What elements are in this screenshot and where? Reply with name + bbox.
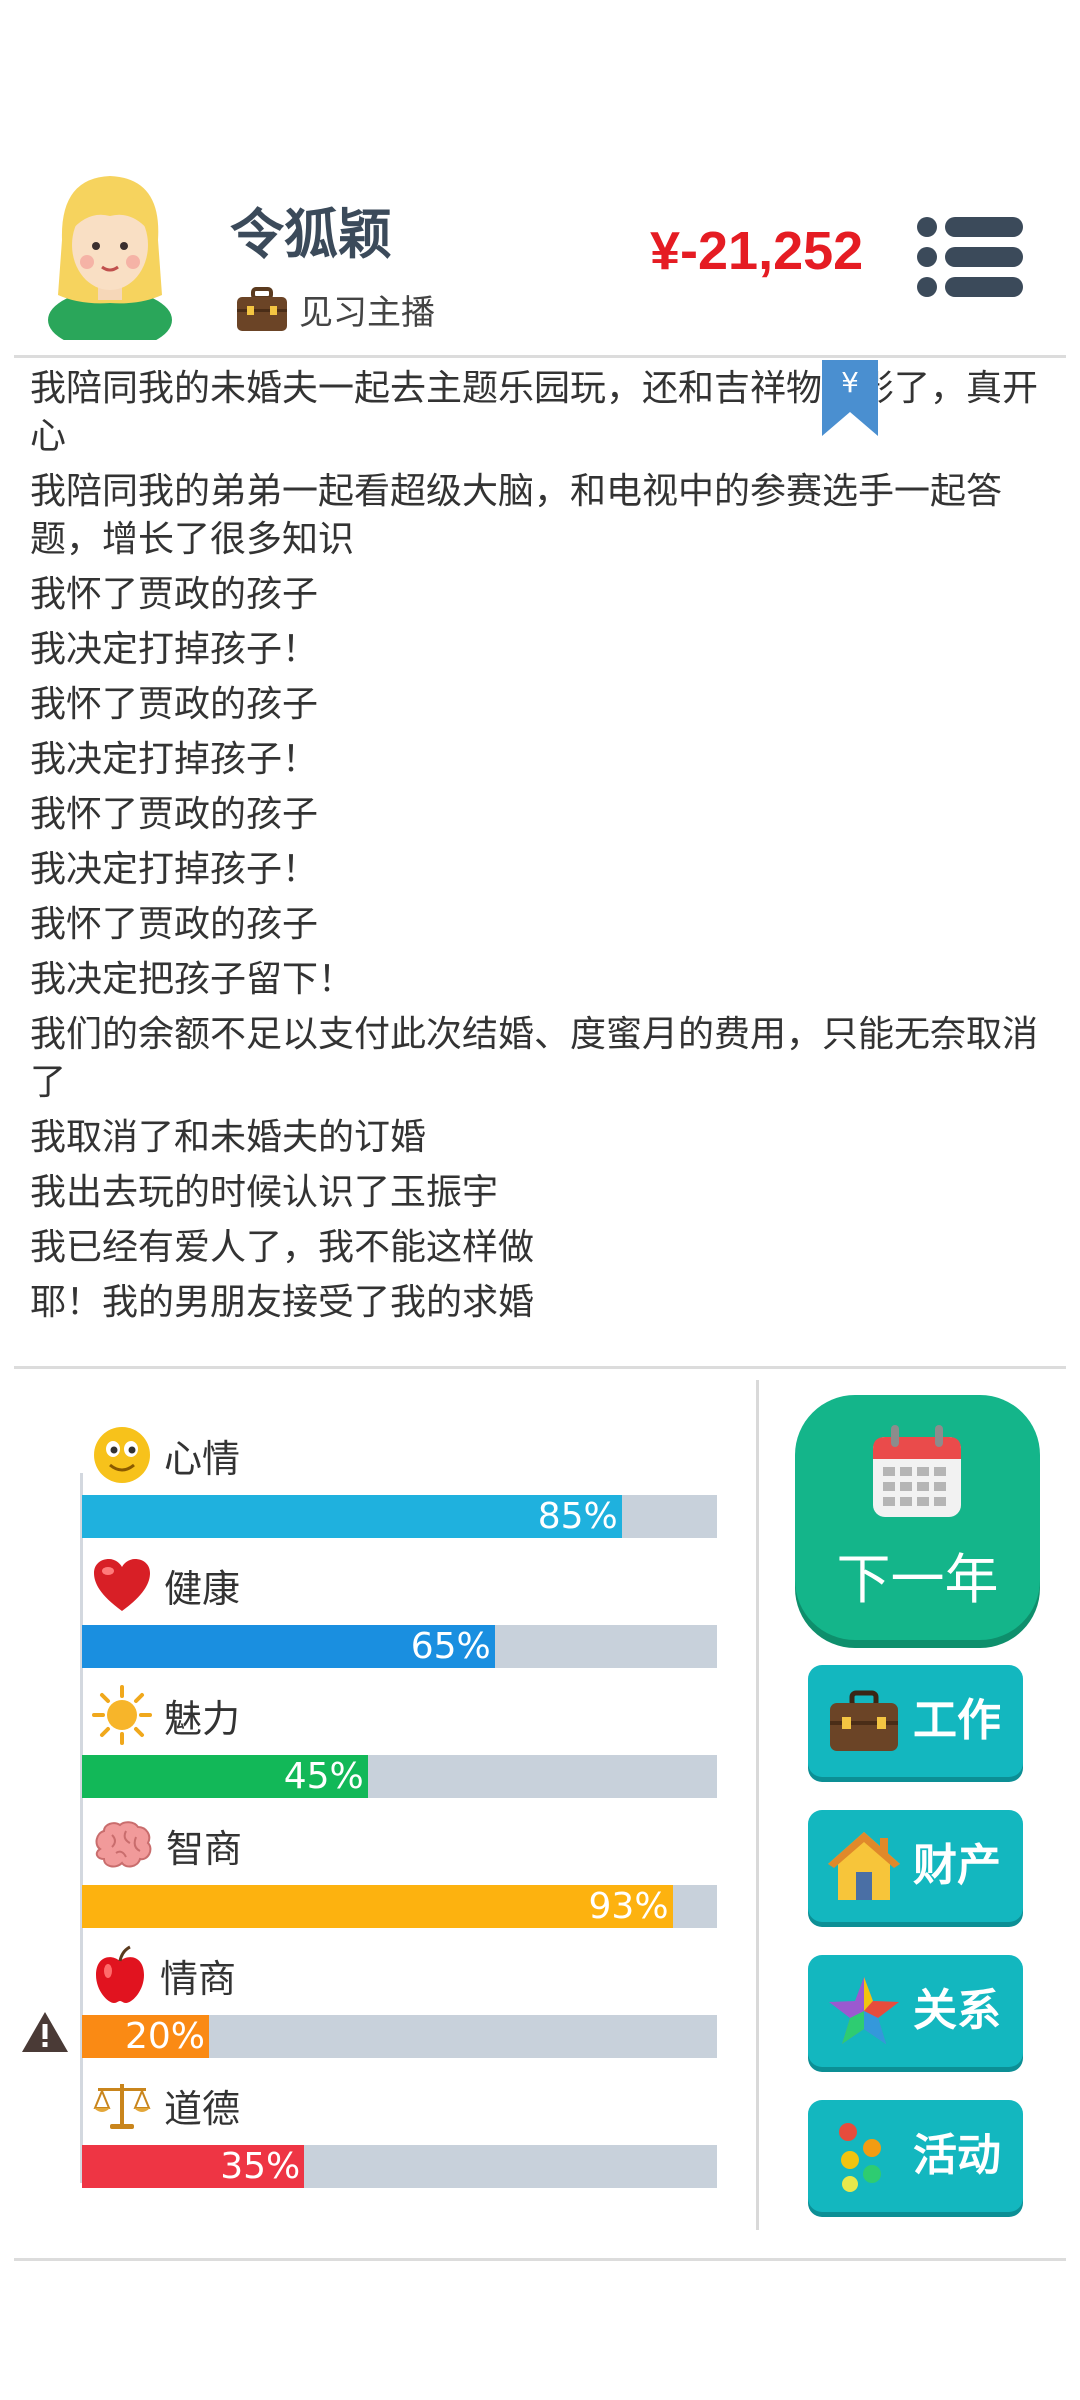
log-entry: 我取消了和未婚夫的订婚 [30, 1117, 427, 1158]
log-entry: 我怀了贾政的孩子 [30, 684, 319, 725]
event-log[interactable]: 我陪同我的未婚夫一起去主题乐园玩，还和吉祥物合影了，真开心 我陪同我的弟弟一起看… [30, 365, 1040, 1334]
job-title: 见习主播 [299, 293, 435, 333]
activities-label: 活动 [913, 2130, 1001, 2181]
sun-icon [92, 1685, 152, 1745]
vertical-separator [756, 1380, 759, 2230]
brain-icon [95, 1821, 152, 1868]
log-entry: 我决定把孩子留下！ [30, 959, 355, 1000]
log-entry: 我怀了贾政的孩子 [30, 794, 319, 835]
stat-bar: 85% [82, 1495, 717, 1538]
log-entry: 我出去玩的时候认识了玉振宇 [30, 1172, 499, 1213]
assets-button[interactable]: 财产 [808, 1810, 1023, 1922]
work-label: 工作 [913, 1695, 1001, 1746]
apple-icon [96, 1945, 144, 2003]
log-entry: 我已经有爱人了，我不能这样做 [30, 1227, 535, 1268]
stat-percent: 45% [283, 1756, 364, 1797]
relations-button[interactable]: 关系 [808, 1955, 1023, 2067]
stat-bar: 65% [82, 1625, 717, 1668]
stat-label: 心情 [164, 1436, 241, 1481]
stat-percent: 35% [220, 2146, 301, 2187]
money-balance: ¥-21,252 [650, 221, 864, 281]
bookmark-symbol: ¥ [841, 366, 859, 399]
house-icon [828, 1832, 900, 1900]
stat-fill: 93% [82, 1885, 673, 1928]
stat-fill: 65% [82, 1625, 495, 1668]
stats-panel: 心情 85% 健康 65% 魅力 45% 智商 93% 情商 20% 道德 35… [0, 1375, 760, 2235]
character-name: 令狐颖 [230, 203, 392, 266]
stat-label: 道德 [164, 2086, 241, 2131]
log-divider [14, 1366, 1066, 1369]
stat-fill: 85% [82, 1495, 622, 1538]
log-entry: 我们的余额不足以支付此次结婚、度蜜月的费用，只能无奈取消了 [30, 1014, 1039, 1103]
heart-icon [94, 1559, 150, 1611]
stat-bar: 45% [82, 1755, 717, 1798]
stat-bar: 20% [82, 2015, 717, 2058]
stat-label: 魅力 [164, 1696, 241, 1741]
activities-dots-icon [839, 2123, 881, 2192]
activities-button[interactable]: 活动 [808, 2100, 1023, 2212]
menu-icon[interactable] [915, 215, 1025, 300]
log-entry: 我决定打掉孩子！ [30, 629, 319, 670]
next-year-label: 下一年 [836, 1548, 999, 1611]
log-entry: 我陪同我的未婚夫一起去主题乐园玩，还和吉祥物合影了，真开心 [30, 368, 1039, 457]
stat-label: 智商 [166, 1826, 243, 1871]
stat-label: 情商 [160, 1956, 237, 2001]
log-entry: 耶！我的男朋友接受了我的求婚 [30, 1282, 535, 1323]
money-bookmark-icon[interactable]: ¥ [822, 360, 878, 436]
work-button[interactable]: 工作 [808, 1665, 1023, 1777]
calendar-icon [873, 1425, 961, 1517]
stat-fill: 20% [82, 2015, 209, 2058]
avatar[interactable] [40, 170, 180, 340]
smiley-icon [94, 1427, 150, 1483]
stat-percent: 85% [537, 1496, 618, 1537]
stat-fill: 35% [82, 2145, 305, 2188]
job-info: 见习主播 [235, 285, 435, 334]
assets-label: 财产 [913, 1840, 1001, 1891]
briefcase-icon [830, 1690, 898, 1751]
log-entry: 我怀了贾政的孩子 [30, 574, 319, 615]
stats-axis [80, 1473, 83, 2183]
stat-percent: 65% [410, 1626, 491, 1667]
next-year-button[interactable]: 下一年 [795, 1395, 1040, 1640]
profile-header: 令狐颖 见习主播 ¥-21,252 [0, 160, 1080, 355]
relations-label: 关系 [913, 1985, 1001, 2036]
briefcase-icon [237, 286, 287, 331]
stat-percent: 20% [124, 2016, 205, 2057]
stat-percent: 93% [588, 1886, 669, 1927]
log-entry: 我决定打掉孩子！ [30, 739, 319, 780]
stat-bar: 35% [82, 2145, 717, 2188]
log-entry: 我怀了贾政的孩子 [30, 904, 319, 945]
stat-bar: 93% [82, 1885, 717, 1928]
warning-icon[interactable] [20, 2010, 70, 2054]
log-entry: 我决定打掉孩子！ [30, 849, 319, 890]
stat-label: 健康 [164, 1566, 241, 1611]
scales-icon [93, 2084, 151, 2129]
bottom-divider [14, 2258, 1066, 2261]
log-entry: 我陪同我的弟弟一起看超级大脑，和电视中的参赛选手一起答题，增长了很多知识 [30, 471, 1003, 560]
header-divider [14, 355, 1066, 358]
stat-fill: 45% [82, 1755, 368, 1798]
star-icon [829, 1977, 899, 2044]
